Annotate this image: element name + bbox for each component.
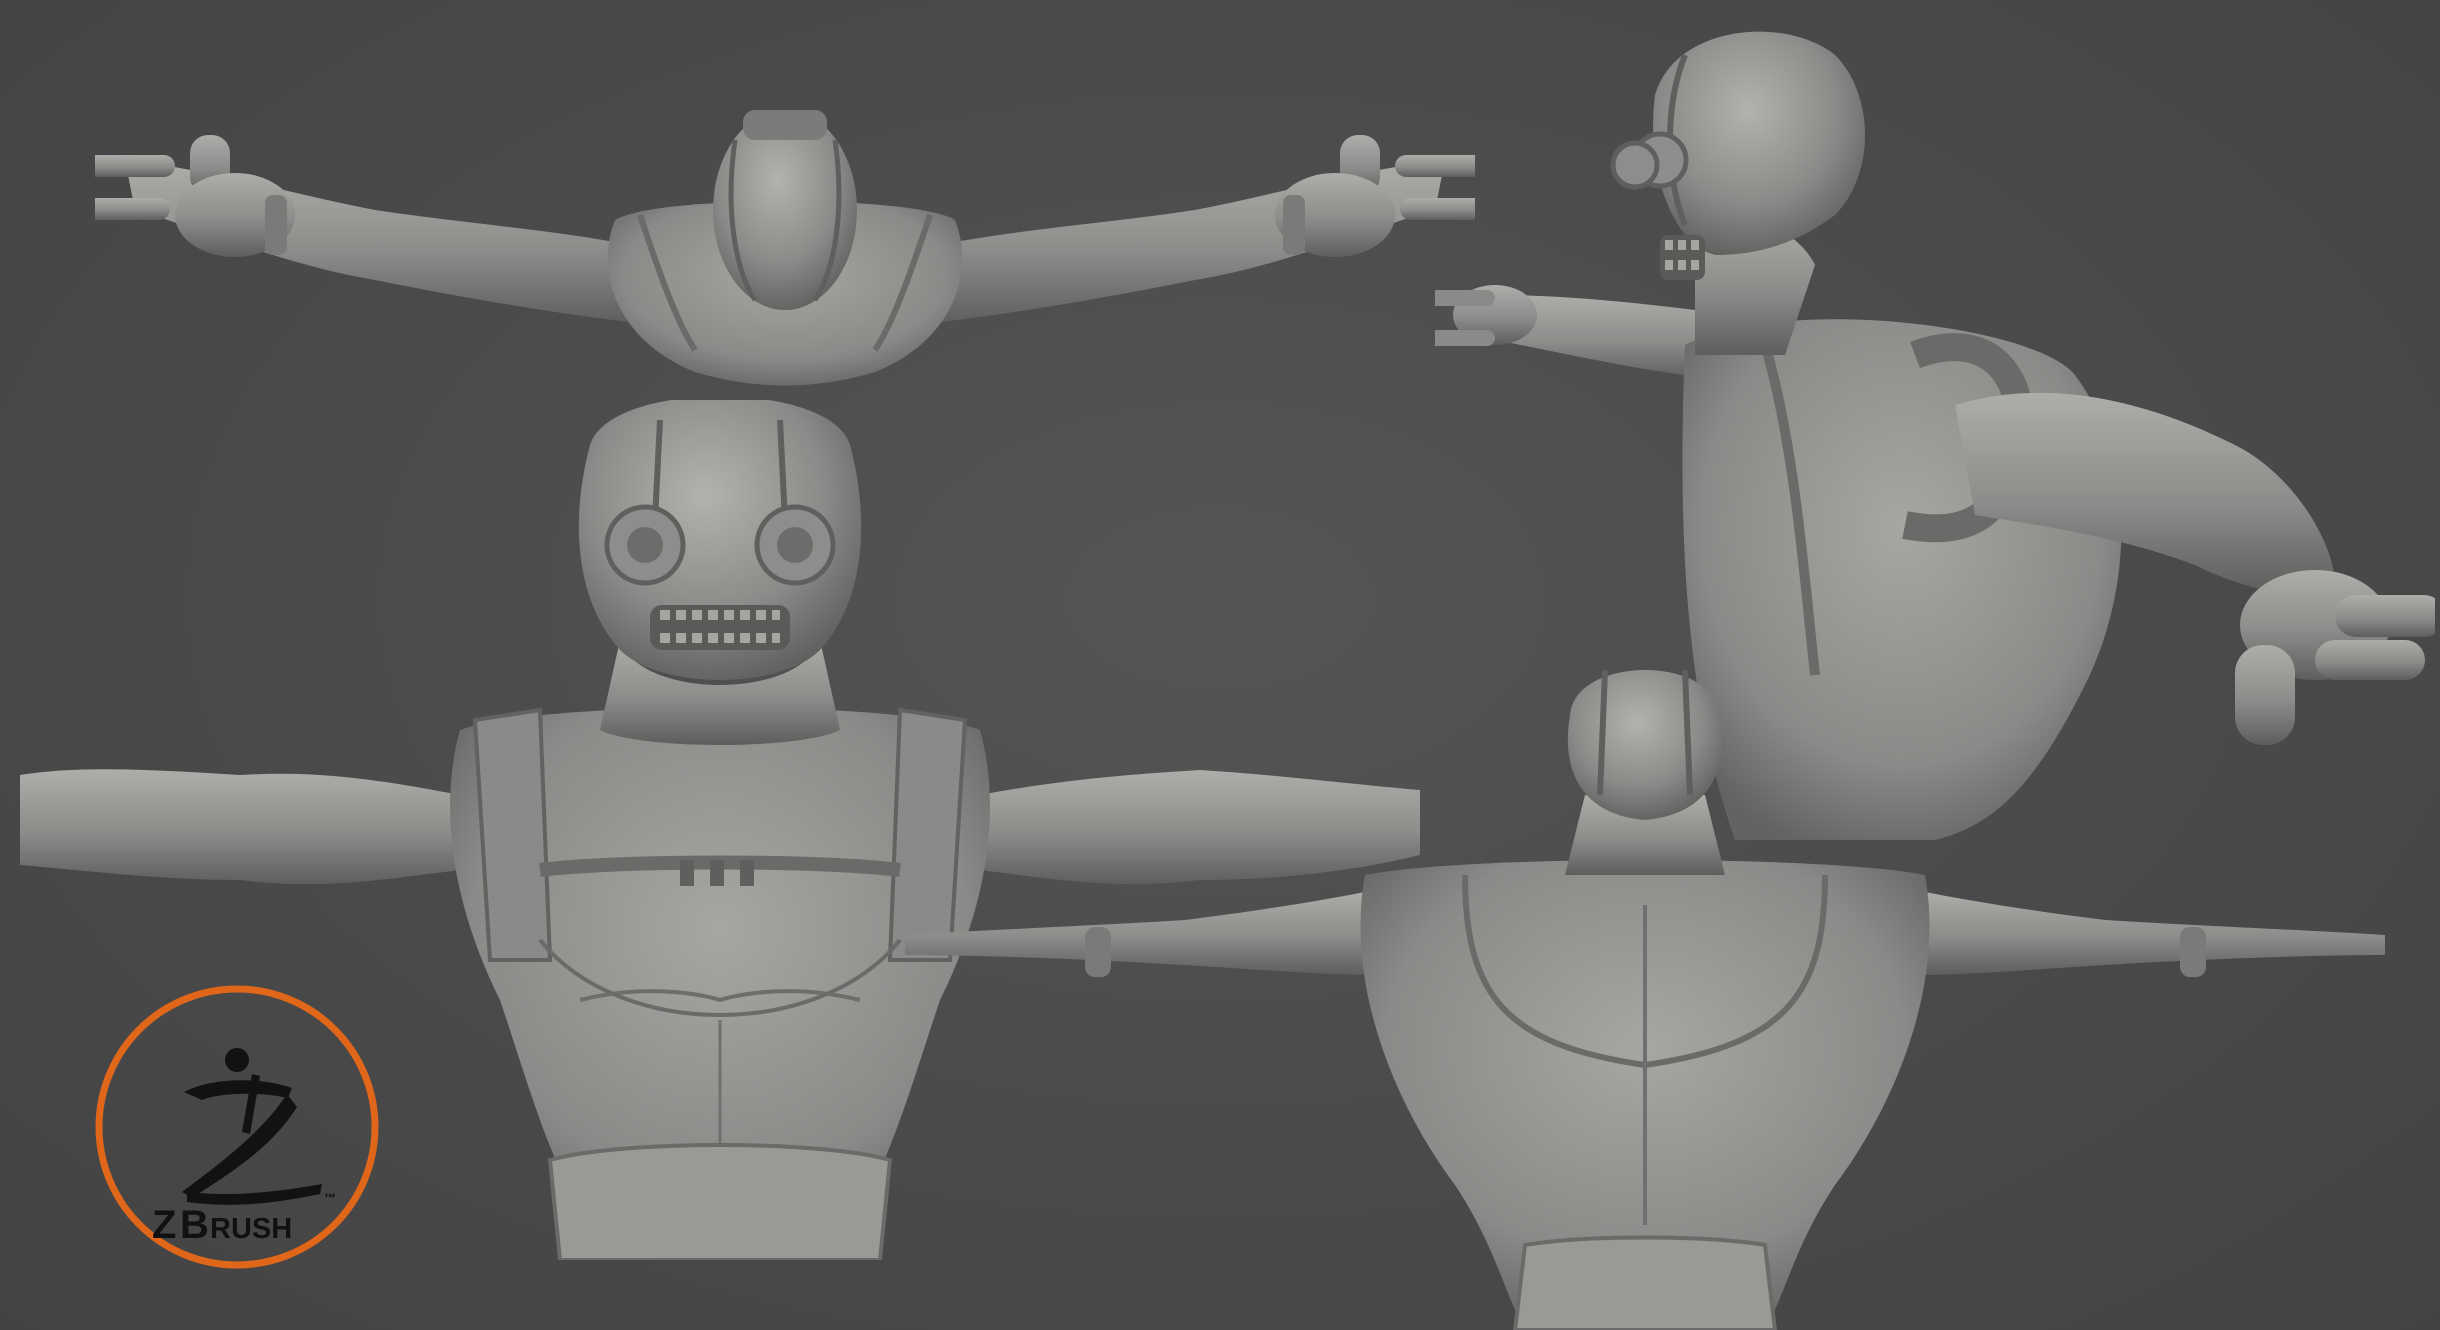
logo-word-rest: RUSH: [210, 1213, 292, 1245]
back-view: [905, 665, 2385, 1330]
logo-trademark: ™: [324, 1191, 336, 1205]
top-view: [95, 100, 1475, 400]
logo-word-b: B: [180, 1203, 209, 1247]
zbrush-logo: Z B RUSH ™: [92, 982, 382, 1272]
logo-word-z: Z: [152, 1203, 176, 1247]
zbrush-figure-icon: [182, 1048, 322, 1205]
render-canvas: Z B RUSH ™: [0, 0, 2440, 1330]
